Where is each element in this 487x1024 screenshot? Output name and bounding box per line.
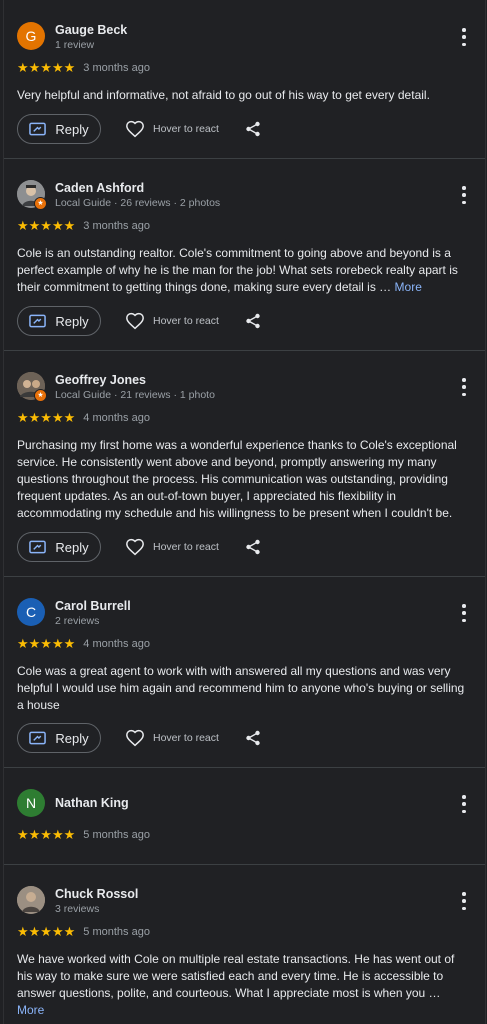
review-card: N Nathan King ★★★★★ 5 months ago xyxy=(4,767,485,865)
star-rating: ★★★★★ xyxy=(17,60,76,75)
share-icon[interactable] xyxy=(245,121,261,137)
reply-label: Reply xyxy=(55,121,89,137)
star-rating: ★★★★★ xyxy=(17,924,76,939)
reply-button[interactable]: Reply xyxy=(17,306,101,336)
rating-row: ★★★★★ 5 months ago xyxy=(17,925,150,938)
heart-outline-icon xyxy=(126,538,144,556)
review-text: Cole is an outstanding realtor. Cole's c… xyxy=(17,245,471,296)
reviewer-meta: 2 reviews xyxy=(55,615,100,627)
avatar-photo-icon xyxy=(17,886,45,914)
rating-row: ★★★★★ 3 months ago xyxy=(17,61,150,74)
rating-row: ★★★★★ 3 months ago xyxy=(17,219,150,232)
reply-icon xyxy=(29,731,47,745)
review-card: ★ Geoffrey Jones Local Guide · 21 review… xyxy=(4,350,485,577)
reviews-panel: G Gauge Beck 1 review ★★★★★ 3 months ago… xyxy=(3,0,486,1024)
star-rating: ★★★★★ xyxy=(17,410,76,425)
star-rating: ★★★★★ xyxy=(17,827,76,842)
reply-icon xyxy=(29,540,47,554)
reply-button[interactable]: Reply xyxy=(17,532,101,562)
reviewer-name[interactable]: Carol Burrell xyxy=(55,599,131,613)
review-date: 5 months ago xyxy=(83,925,150,938)
local-guide-badge-icon: ★ xyxy=(34,389,47,402)
star-rating: ★★★★★ xyxy=(17,218,76,233)
rating-row: ★★★★★ 5 months ago xyxy=(17,828,150,841)
review-text: We have worked with Cole on multiple rea… xyxy=(17,951,471,1019)
react-button[interactable]: Hover to react xyxy=(125,312,219,330)
avatar[interactable]: N xyxy=(17,789,45,817)
avatar-letter: G xyxy=(25,28,37,44)
review-text: Very helpful and informative, not afraid… xyxy=(17,87,471,104)
more-vert-icon[interactable] xyxy=(461,378,467,396)
react-button[interactable]: Hover to react xyxy=(125,120,219,138)
rating-row: ★★★★★ 4 months ago xyxy=(17,637,150,650)
reviewer-name[interactable]: Geoffrey Jones xyxy=(55,373,146,387)
share-icon[interactable] xyxy=(245,539,261,555)
rating-row: ★★★★★ 4 months ago xyxy=(17,411,150,424)
review-date: 5 months ago xyxy=(83,828,150,841)
avatar[interactable] xyxy=(17,886,45,914)
reviewer-name[interactable]: Chuck Rossol xyxy=(55,887,138,901)
review-date: 3 months ago xyxy=(83,219,150,232)
react-button[interactable]: Hover to react xyxy=(125,729,219,747)
avatar[interactable]: ★ xyxy=(17,180,47,210)
review-date: 3 months ago xyxy=(83,61,150,74)
more-vert-icon[interactable] xyxy=(461,795,467,813)
reply-button[interactable]: Reply xyxy=(17,723,101,753)
reply-icon xyxy=(29,314,47,328)
react-button[interactable]: Hover to react xyxy=(125,538,219,556)
avatar[interactable]: ★ xyxy=(17,372,47,402)
review-actions: Reply Hover to react xyxy=(17,305,471,337)
review-body: Cole was a great agent to work with with… xyxy=(17,664,465,712)
reviewer-name[interactable]: Gauge Beck xyxy=(55,23,127,37)
react-label: Hover to react xyxy=(153,123,219,135)
review-text: Purchasing my first home was a wonderful… xyxy=(17,437,471,522)
reply-label: Reply xyxy=(55,539,89,555)
reply-button[interactable]: Reply xyxy=(17,114,101,144)
review-actions: Reply Hover to react xyxy=(17,113,471,145)
reviewer-meta: Local Guide · 26 reviews · 2 photos xyxy=(55,197,221,209)
review-card: G Gauge Beck 1 review ★★★★★ 3 months ago… xyxy=(4,0,485,159)
review-card: Chuck Rossol 3 reviews ★★★★★ 5 months ag… xyxy=(4,864,485,1024)
review-card: C Carol Burrell 2 reviews ★★★★★ 4 months… xyxy=(4,576,485,768)
avatar[interactable]: C xyxy=(17,598,45,626)
review-date: 4 months ago xyxy=(83,411,150,424)
share-icon[interactable] xyxy=(245,730,261,746)
reply-label: Reply xyxy=(55,313,89,329)
review-actions: Reply Hover to react xyxy=(17,531,471,563)
reviewer-name[interactable]: Nathan King xyxy=(55,796,129,810)
more-vert-icon[interactable] xyxy=(461,892,467,910)
review-body: Purchasing my first home was a wonderful… xyxy=(17,438,457,520)
more-vert-icon[interactable] xyxy=(461,604,467,622)
more-vert-icon[interactable] xyxy=(461,28,467,46)
heart-outline-icon xyxy=(126,729,144,747)
reply-label: Reply xyxy=(55,730,89,746)
heart-outline-icon xyxy=(126,120,144,138)
review-text: Cole was a great agent to work with with… xyxy=(17,663,471,714)
reply-icon xyxy=(29,122,47,136)
reviewer-meta: Local Guide · 21 reviews · 1 photo xyxy=(55,389,215,401)
review-card: ★ Caden Ashford Local Guide · 26 reviews… xyxy=(4,158,485,351)
reviewer-meta: 1 review xyxy=(55,39,95,51)
more-link[interactable]: More xyxy=(395,280,422,294)
share-icon[interactable] xyxy=(245,313,261,329)
avatar-letter: C xyxy=(25,604,37,620)
review-body: Cole is an outstanding realtor. Cole's c… xyxy=(17,246,458,294)
heart-outline-icon xyxy=(126,312,144,330)
star-rating: ★★★★★ xyxy=(17,636,76,651)
review-body: We have worked with Cole on multiple rea… xyxy=(17,952,455,1000)
local-guide-badge-icon: ★ xyxy=(34,197,47,210)
review-actions: Reply Hover to react xyxy=(17,722,471,754)
reviewer-meta: 3 reviews xyxy=(55,903,100,915)
review-body: Very helpful and informative, not afraid… xyxy=(17,88,430,102)
more-vert-icon[interactable] xyxy=(461,186,467,204)
more-link[interactable]: More xyxy=(17,1003,44,1017)
react-label: Hover to react xyxy=(153,541,219,553)
reviewer-name[interactable]: Caden Ashford xyxy=(55,181,144,195)
avatar-letter: N xyxy=(25,795,37,811)
react-label: Hover to react xyxy=(153,315,219,327)
review-date: 4 months ago xyxy=(83,637,150,650)
avatar[interactable]: G xyxy=(17,22,45,50)
react-label: Hover to react xyxy=(153,732,219,744)
